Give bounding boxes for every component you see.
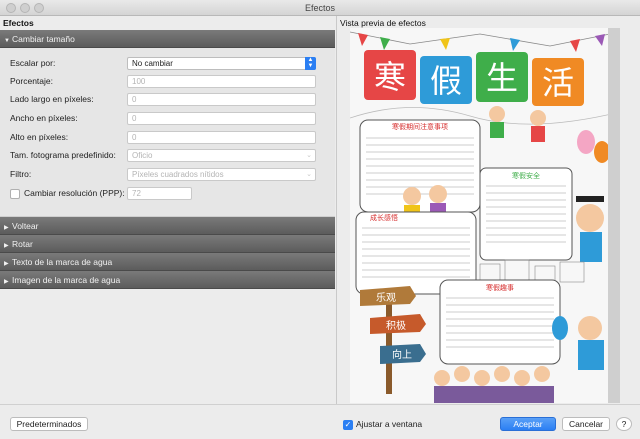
poster-illustration: 寒 假 生 活 寒假期间注意事项 寒假安全 成长感悟 寒假趣事 乐观 积极 向上 <box>350 28 620 403</box>
section-watermark-image-label: Imagen de la marca de agua <box>12 275 121 285</box>
height-input[interactable]: 0 <box>127 131 316 144</box>
section-resize-label: Cambiar tamaño <box>12 34 75 44</box>
section-rotate-label: Rotar <box>12 239 33 249</box>
section-watermark-text-label: Texto de la marca de agua <box>12 257 113 267</box>
preview-image: 寒 假 生 活 寒假期间注意事项 寒假安全 成长感悟 寒假趣事 乐观 积极 向上 <box>350 28 620 403</box>
long-side-input[interactable]: 0 <box>127 93 316 106</box>
sign-text: 乐观 <box>376 292 396 304</box>
checkmark-icon: ✓ <box>343 419 353 430</box>
section-resize[interactable]: ▼ Cambiar tamaño <box>0 30 335 48</box>
width-label: Ancho en píxeles: <box>10 113 78 123</box>
fit-window-checkbox[interactable]: ✓ Ajustar a ventana <box>343 419 422 430</box>
minimize-window-button[interactable] <box>20 3 30 13</box>
box4-title: 寒假趣事 <box>486 283 514 292</box>
box3-title: 成长感悟 <box>370 213 398 222</box>
resize-options: Escalar por: No cambiar ▲ ▼ Porcentaje: 10… <box>0 48 335 217</box>
footer-bar: Predeterminados ✓ Ajustar a ventana Acept… <box>0 404 640 439</box>
dpi-label: Cambiar resolución (PPP): <box>24 188 125 198</box>
chevron-down-icon: ⌄ <box>306 171 312 178</box>
title-char: 活 <box>542 64 574 102</box>
section-watermark-image[interactable]: ▶ Imagen de la marca de agua <box>0 271 335 289</box>
scale-select[interactable]: No cambiar ▲ ▼ <box>127 57 316 70</box>
percent-input[interactable]: 100 <box>127 75 316 88</box>
cancel-button[interactable]: Cancelar <box>562 417 610 431</box>
section-rotate[interactable]: ▶ Rotar <box>0 235 335 253</box>
sign-text: 向上 <box>392 348 412 361</box>
box1-title: 寒假期间注意事项 <box>392 122 448 131</box>
frame-size-label: Tam. fotograma predefinido: <box>10 150 116 160</box>
box2-title: 寒假安全 <box>512 171 540 180</box>
width-input[interactable]: 0 <box>127 112 316 125</box>
title-char: 寒 <box>374 58 406 96</box>
defaults-button[interactable]: Predeterminados <box>10 417 88 431</box>
percent-label: Porcentaje: <box>10 76 53 86</box>
scale-label: Escalar por: <box>10 58 56 68</box>
section-watermark-text[interactable]: ▶ Texto de la marca de agua <box>0 253 335 271</box>
window-titlebar: Efectos <box>0 0 640 16</box>
title-char: 假 <box>430 62 462 100</box>
zoom-window-button[interactable] <box>34 3 44 13</box>
dpi-checkbox[interactable] <box>10 188 20 199</box>
fit-window-label: Ajustar a ventana <box>356 419 423 429</box>
disclosure-closed-icon: ▶ <box>4 279 9 285</box>
select-arrows-icon: ▲ ▼ <box>305 57 316 70</box>
chevron-down-icon: ⌄ <box>306 152 312 159</box>
filter-value: Píxeles cuadrados nítidos <box>132 170 224 179</box>
scale-select-value: No cambiar <box>132 59 173 68</box>
long-side-label: Lado largo en píxeles: <box>10 94 94 104</box>
section-flip[interactable]: ▶ Voltear <box>0 217 335 235</box>
section-flip-label: Voltear <box>12 221 39 231</box>
frame-size-value: Oficio <box>132 151 153 160</box>
filter-select[interactable]: Píxeles cuadrados nítidos ⌄ <box>127 168 316 181</box>
help-button[interactable]: ? <box>616 417 632 431</box>
effects-panel-header: Efectos <box>3 18 34 28</box>
sign-text: 积极 <box>386 319 406 332</box>
title-char: 生 <box>486 59 518 97</box>
dpi-row: Cambiar resolución (PPP): <box>10 186 125 200</box>
frame-size-select[interactable]: Oficio ⌄ <box>127 149 316 162</box>
effects-panel: Efectos ▼ Cambiar tamaño Escalar por: No … <box>0 16 335 404</box>
accept-button[interactable]: Aceptar <box>500 417 556 431</box>
close-window-button[interactable] <box>6 3 16 13</box>
height-label: Alto en píxeles: <box>10 132 69 142</box>
dpi-input[interactable]: 72 <box>127 187 192 200</box>
filter-label: Filtro: <box>10 169 32 179</box>
window-title: Efectos <box>304 3 335 13</box>
